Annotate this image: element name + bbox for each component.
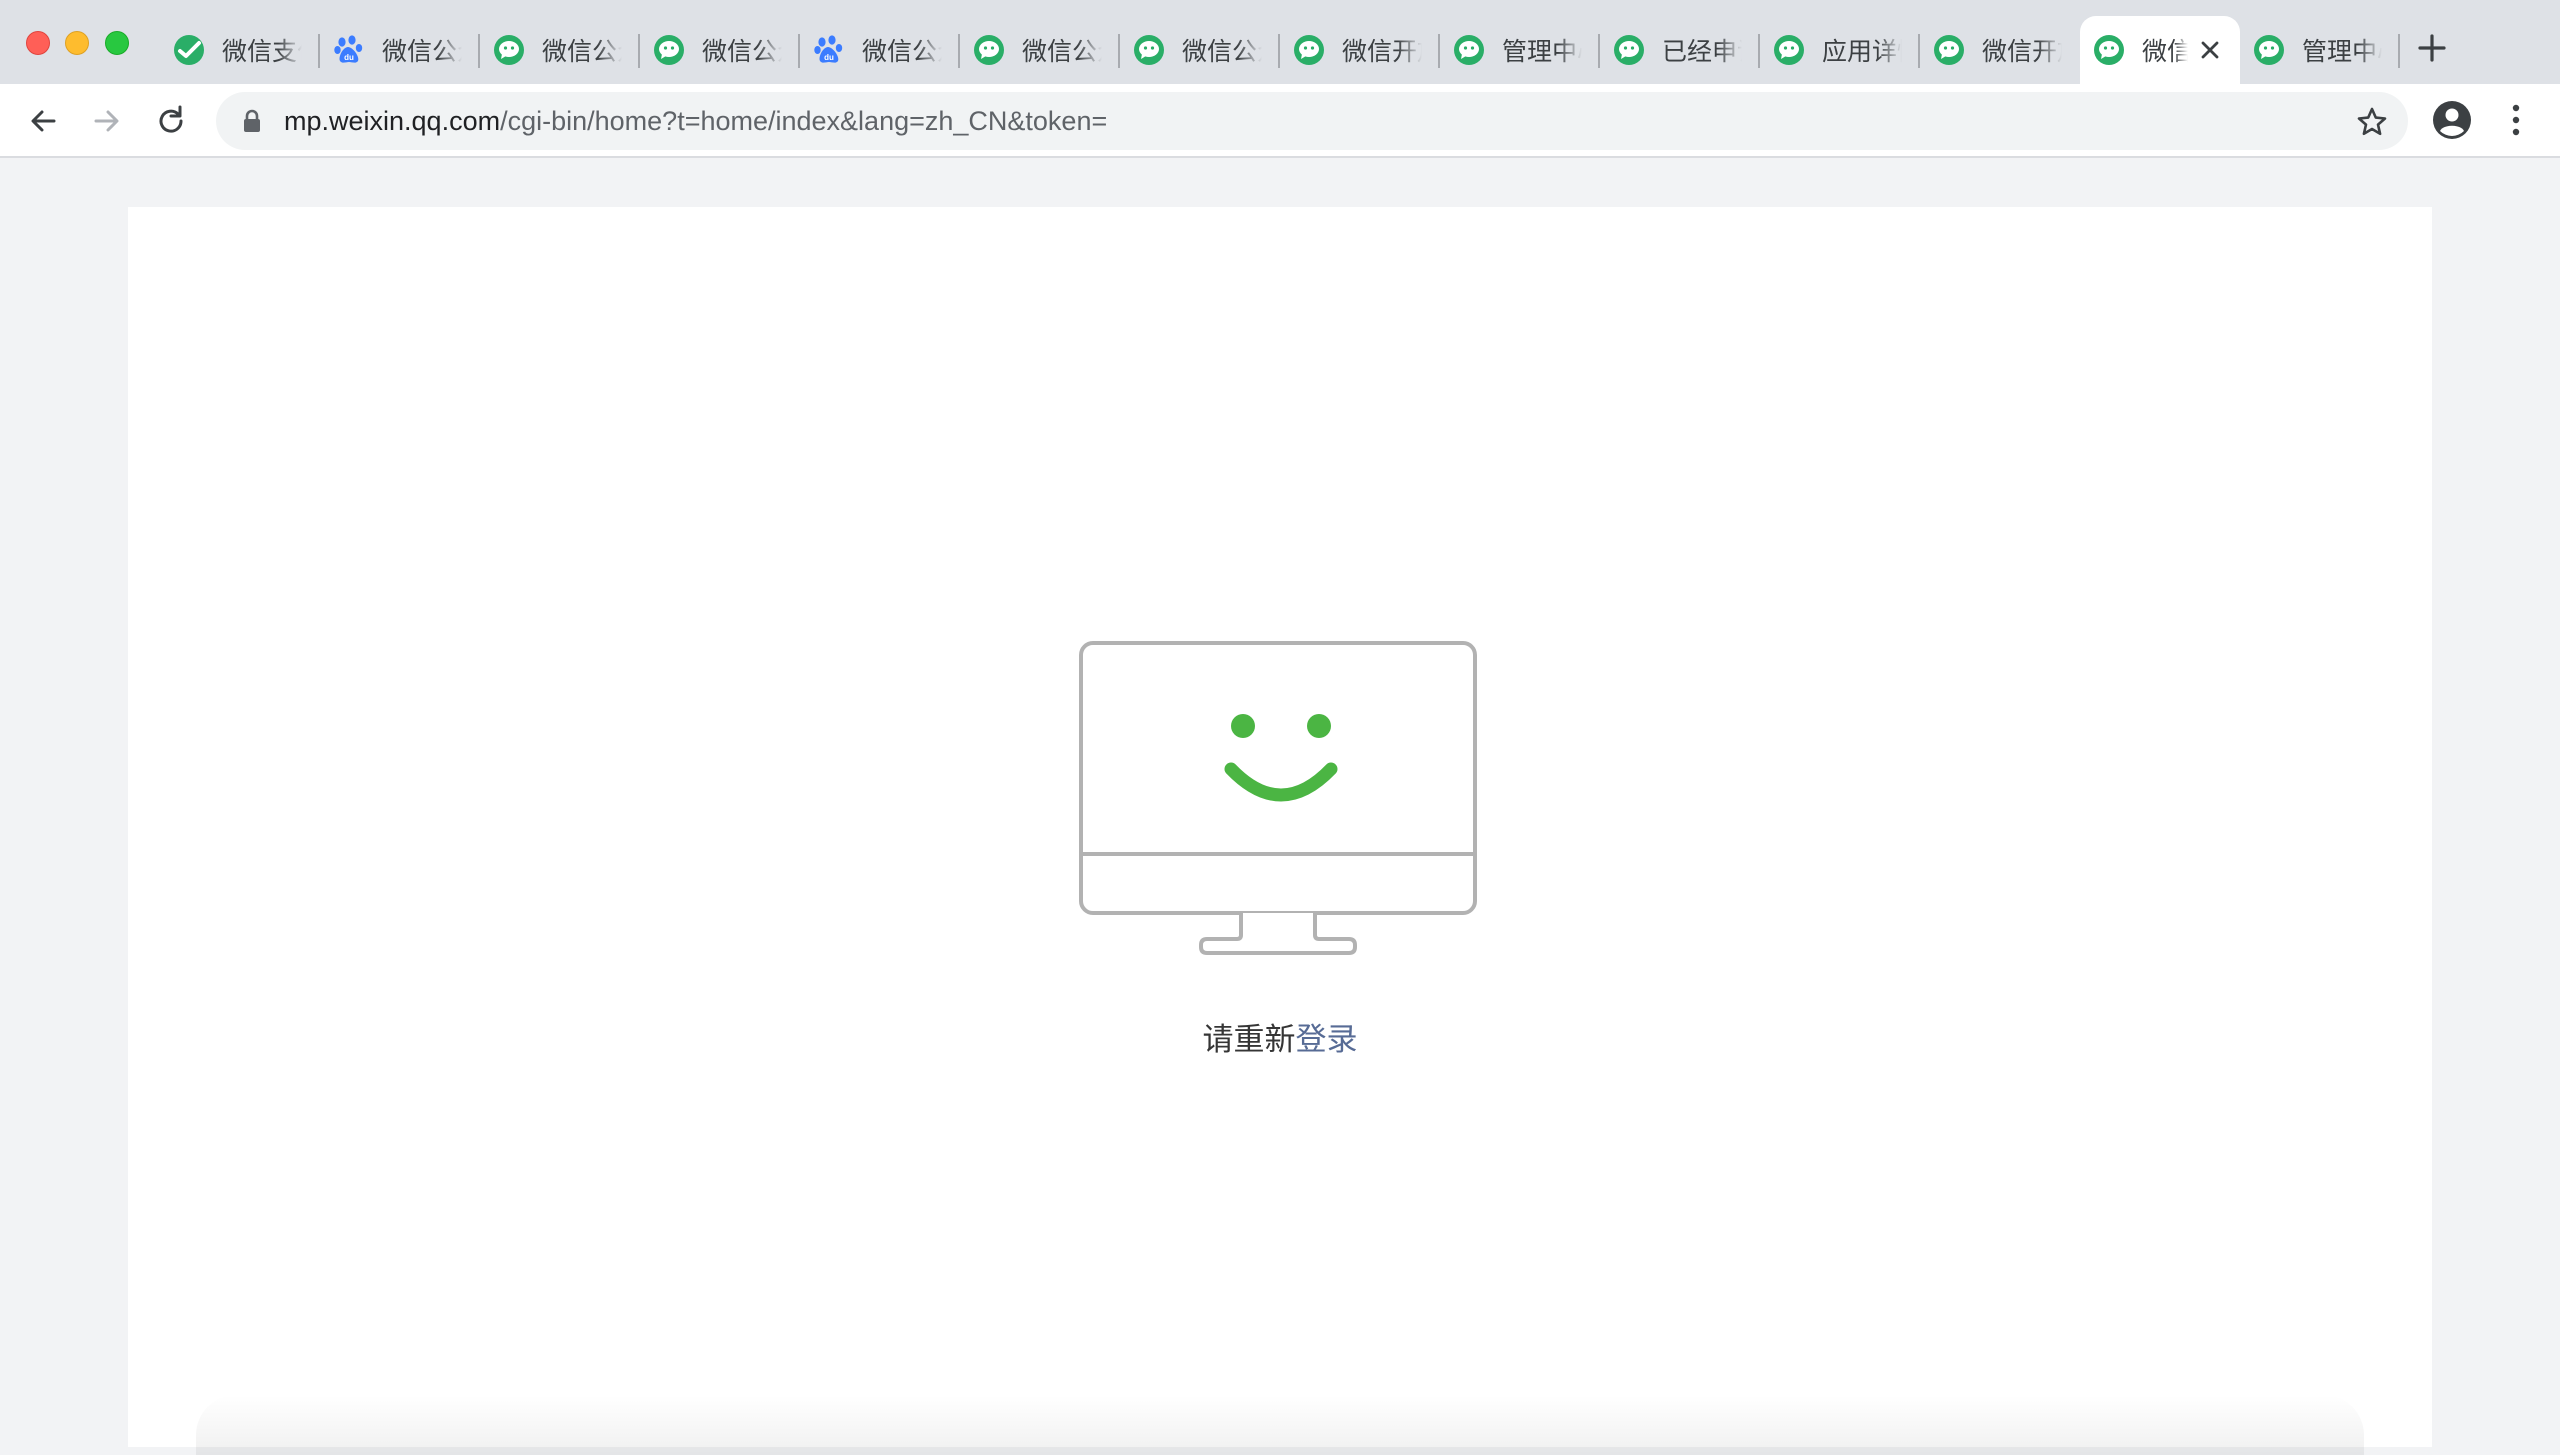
browser-tab[interactable]: du 微信公众平台 <box>800 16 960 84</box>
url-host: mp.weixin.qq.com <box>284 106 501 136</box>
svg-text:du: du <box>824 53 834 62</box>
new-tab-plus-icon[interactable] <box>2416 32 2448 64</box>
wechat-icon <box>1452 33 1486 67</box>
tab-title: 微信开放平台 <box>1982 38 2062 66</box>
zoom-window-button[interactable] <box>105 31 129 55</box>
bookmark-star-icon[interactable] <box>2356 106 2388 138</box>
forward-arrow-icon[interactable] <box>90 104 124 138</box>
wechat-icon <box>2252 33 2286 67</box>
browser-tab[interactable]: 应用详情 <box>1760 16 1920 84</box>
back-arrow-icon[interactable] <box>26 104 60 138</box>
browser-toolbar: mp.weixin.qq.com/cgi-bin/home?t=home/ind… <box>0 84 2560 158</box>
tab-title: 微信公众平台 <box>702 38 782 66</box>
browser-tab[interactable]: 微信 <box>2080 16 2240 84</box>
browser-tab[interactable]: 微信开放平台 <box>1920 16 2080 84</box>
tab-title: 微信支付 <box>222 38 302 66</box>
wechat-icon <box>1772 33 1806 67</box>
tab-title: 微信 <box>2142 38 2188 66</box>
browser-tab[interactable]: 微信公众平台 <box>480 16 640 84</box>
wechat-icon <box>1292 33 1326 67</box>
wechat-icon <box>972 33 1006 67</box>
wechat-icon <box>492 33 526 67</box>
profile-avatar-icon[interactable] <box>2432 100 2472 140</box>
tab-title: 微信公众平台 <box>1022 38 1102 66</box>
browser-tab[interactable]: du 微信公众平台 <box>320 16 480 84</box>
tab-title: 微信公众平台 <box>542 38 622 66</box>
address-bar[interactable]: mp.weixin.qq.com/cgi-bin/home?t=home/ind… <box>216 92 2408 150</box>
tab-list: 微信支付 du 微信公众平台 微信公众平台 微信公众平台 du 微信公众平台 微信公众平台 微信… <box>160 16 2400 84</box>
browser-tab[interactable]: 微信开放平台 <box>1280 16 1440 84</box>
tab-title: 微信公众平台 <box>862 38 942 66</box>
browser-tab[interactable]: 管理中心 <box>2240 16 2400 84</box>
url-path: /cgi-bin/home?t=home/index&lang=zh_CN&to… <box>500 106 1108 136</box>
close-tab-icon[interactable] <box>2198 38 2222 62</box>
relogin-message: 请重新登录 <box>0 1014 2560 1059</box>
tab-title: 微信公众平台 <box>382 38 462 66</box>
wechat-icon <box>1132 33 1166 67</box>
more-menu-icon[interactable] <box>2504 102 2528 138</box>
wechat-icon <box>652 33 686 67</box>
tab-title: 应用详情 <box>1822 38 1902 66</box>
address-url[interactable]: mp.weixin.qq.com/cgi-bin/home?t=home/ind… <box>284 92 1107 150</box>
tab-title: 管理中心 <box>2302 38 2382 66</box>
reload-icon[interactable] <box>154 104 188 138</box>
smiling-monitor-icon <box>1079 641 1477 955</box>
tab-title: 微信公众平台 <box>1182 38 1262 66</box>
baidu-paw-icon: du <box>332 33 366 67</box>
tab-title: 微信开放平台 <box>1342 38 1422 66</box>
browser-tab[interactable]: 微信公众平台 <box>640 16 800 84</box>
lock-icon[interactable] <box>242 109 262 133</box>
svg-text:du: du <box>344 53 354 62</box>
tab-strip: 微信支付 du 微信公众平台 微信公众平台 微信公众平台 du 微信公众平台 微信公众平台 微信… <box>0 0 2560 84</box>
browser-tab[interactable]: 管理中心 <box>1440 16 1600 84</box>
tab-title: 管理中心 <box>1502 38 1582 66</box>
tab-title: 已经申请 <box>1662 38 1742 66</box>
browser-tab[interactable]: 微信公众平台 <box>960 16 1120 84</box>
browser-tab[interactable]: 微信公众平台 <box>1120 16 1280 84</box>
minimize-window-button[interactable] <box>65 31 89 55</box>
wechat-pay-icon <box>172 33 206 67</box>
wechat-icon <box>1932 33 1966 67</box>
close-window-button[interactable] <box>26 31 50 55</box>
wechat-icon <box>1612 33 1646 67</box>
browser-tab[interactable]: 微信支付 <box>160 16 320 84</box>
wechat-icon <box>2092 33 2126 67</box>
browser-tab[interactable]: 已经申请 <box>1600 16 1760 84</box>
baidu-paw-icon: du <box>812 33 846 67</box>
login-link[interactable]: 登录 <box>1296 1022 1358 1057</box>
relogin-text: 请重新 <box>1202 1022 1296 1057</box>
footer-shadow <box>196 1395 2364 1455</box>
